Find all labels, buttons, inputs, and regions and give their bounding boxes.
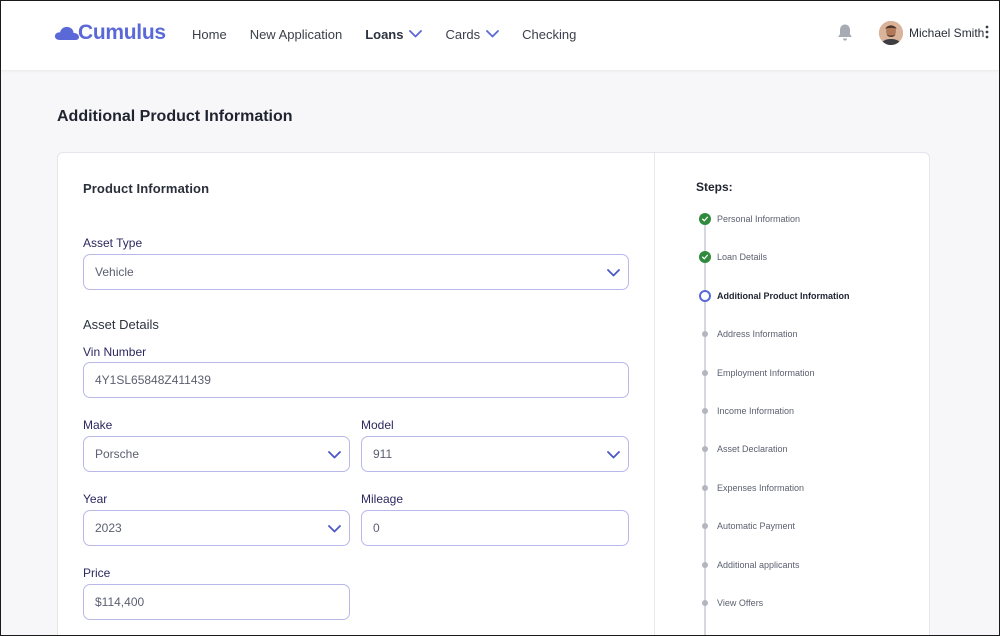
asset-details-heading: Asset Details [83, 317, 159, 332]
step-item: Expenses Information [697, 480, 804, 496]
make-value: Porsche [95, 447, 140, 461]
mileage-label: Mileage [361, 492, 404, 506]
step-item: Asset Declaration [697, 441, 788, 457]
step-item: Loan Details [697, 249, 767, 265]
vin-label: Vin Number [83, 345, 147, 359]
step-label: Employment Information [717, 367, 815, 378]
step-item: View Offers [697, 595, 763, 611]
price-input[interactable]: $114,400 [83, 584, 350, 620]
step-item: Income Information [697, 403, 794, 419]
vin-input[interactable]: 4Y1SL65848Z411439 [83, 362, 629, 398]
step-label: Additional Product Information [717, 290, 850, 301]
make-select[interactable]: Porsche [83, 436, 350, 472]
step-marker [697, 480, 713, 496]
step-marker [697, 441, 713, 457]
cloud-icon [54, 26, 80, 40]
step-label: View Offers [717, 598, 764, 608]
price-label: Price [83, 566, 111, 580]
check-circle-icon [699, 213, 711, 225]
bell-icon[interactable] [836, 23, 854, 42]
step-label: Expenses Information [717, 482, 805, 493]
pending-dot-icon [702, 523, 708, 530]
chevron-down-icon [607, 269, 620, 277]
chevron-down-icon [607, 451, 620, 459]
chevron-down-icon [328, 525, 341, 533]
logo-text: Cumulus [78, 21, 166, 44]
nav-cards-label: Cards [445, 26, 481, 42]
kebab-icon[interactable] [985, 25, 989, 39]
nav-new-application[interactable]: New Application [250, 24, 343, 44]
main-nav: Home New Application Loans Cards Checkin… [192, 24, 599, 44]
steps-connector [704, 222, 706, 636]
price-value: $114,400 [95, 595, 145, 609]
mileage-input[interactable]: 0 [361, 510, 629, 546]
section-title: Product Information [83, 181, 210, 196]
chevron-down-icon [409, 30, 423, 38]
nav-cards[interactable]: Cards [445, 24, 500, 44]
nav-home[interactable]: Home [192, 24, 227, 44]
asset-type-select[interactable]: Vehicle [83, 254, 629, 290]
nav-new-application-label: New Application [249, 26, 343, 42]
step-item: Employment Information [697, 365, 815, 381]
asset-type-label: Asset Type [83, 236, 143, 250]
year-label: Year [83, 492, 108, 506]
card-divider [654, 153, 655, 636]
pending-dot-icon [702, 600, 708, 606]
nav-loans-label: Loans [365, 26, 404, 42]
page-title: Additional Product Information [57, 108, 293, 125]
step-label: Loan Details [717, 252, 768, 263]
nav-loans[interactable]: Loans [365, 24, 423, 44]
avatar[interactable] [879, 21, 903, 45]
step-marker [697, 211, 713, 227]
step-item: Additional Product Information [697, 288, 850, 304]
nav-checking-label: Checking [522, 26, 577, 42]
pending-dot-icon [702, 446, 708, 453]
step-item: Personal Information [697, 211, 800, 227]
step-item: Additional applicants [697, 557, 800, 573]
step-label: Personal Information [717, 214, 801, 224]
step-label: Automatic Payment [717, 521, 796, 532]
vin-value: 4Y1SL65848Z411439 [95, 373, 211, 387]
pending-dot-icon [702, 484, 708, 491]
step-label: Income Information [717, 406, 795, 416]
logo[interactable]: Cumulus [54, 18, 166, 48]
asset-type-value: Vehicle [95, 265, 134, 279]
step-item: Address Information [697, 326, 798, 342]
user-photo-icon [879, 21, 903, 45]
nav-checking[interactable]: Checking [522, 24, 576, 44]
step-marker [697, 557, 713, 573]
step-item: Automatic Payment [697, 518, 795, 534]
current-step-icon [699, 289, 711, 302]
steps-title: Steps: [696, 180, 733, 194]
step-label: Additional applicants [717, 559, 800, 570]
step-marker [697, 326, 713, 342]
pending-dot-icon [702, 331, 708, 338]
nav-home-label: Home [192, 26, 227, 42]
year-value: 2023 [95, 521, 122, 535]
top-navbar: Cumulus Home New Application Loans Cards… [0, 0, 1000, 70]
model-value: 911 [373, 447, 393, 461]
pending-dot-icon [702, 369, 708, 376]
year-select[interactable]: 2023 [83, 510, 350, 546]
mileage-value: 0 [373, 521, 380, 535]
step-marker [697, 518, 713, 534]
model-label: Model [361, 418, 394, 432]
chevron-down-icon [328, 451, 341, 459]
pending-dot-icon [702, 408, 708, 414]
make-label: Make [83, 418, 113, 432]
step-label: Asset Declaration [717, 444, 788, 455]
step-marker [697, 288, 713, 304]
pending-dot-icon [702, 561, 708, 568]
user-name[interactable]: Michael Smith [909, 26, 984, 40]
step-marker [697, 595, 713, 611]
chevron-down-icon [486, 30, 500, 38]
step-marker [697, 249, 713, 265]
step-marker [697, 403, 713, 419]
model-select[interactable]: 911 [361, 436, 629, 472]
step-label: Address Information [717, 329, 798, 340]
step-marker [697, 365, 713, 381]
check-circle-icon [699, 251, 711, 264]
